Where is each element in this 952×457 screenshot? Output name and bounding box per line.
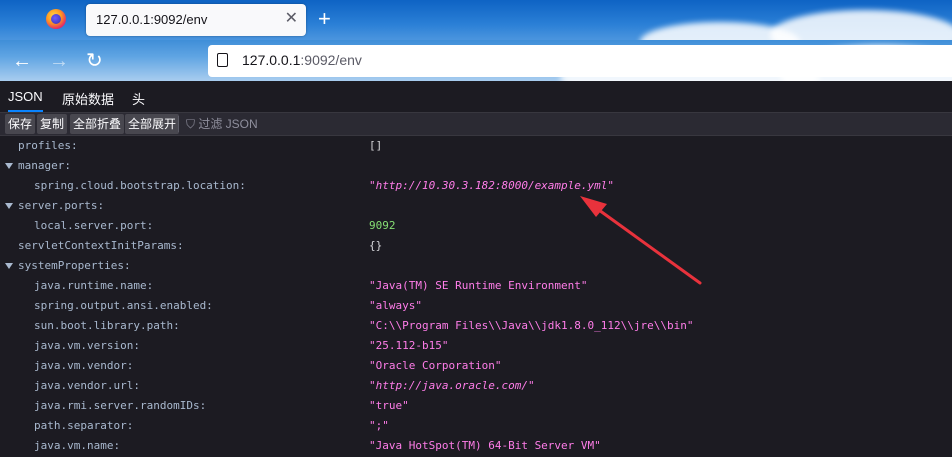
back-arrow-icon[interactable]: ← [12,50,32,72]
json-key: server.ports: [18,199,105,212]
json-value: "always" [369,299,422,312]
json-value: "Java(TM) SE Runtime Environment" [369,279,588,292]
copy-button[interactable]: 复制 [37,114,68,134]
json-key: systemProperties: [18,259,131,272]
json-viewer-tabs: JSON 原始数据 头 [0,81,952,113]
json-key: java.vm.version: [34,339,140,352]
json-value: "http://java.oracle.com/" [369,379,535,392]
tab-json[interactable]: JSON [8,89,43,112]
browser-tab-active[interactable]: 127.0.0.1:9092/env ✕ [86,4,306,36]
filter-json-input[interactable]: ⛉ 过滤 JSON [186,114,258,134]
json-value: {} [369,239,383,252]
json-value: "true" [369,399,409,412]
save-button[interactable]: 保存 [5,114,36,134]
toolbar-divider [178,116,179,132]
tab-title: 127.0.0.1:9092/env [96,12,208,27]
collapse-all-button[interactable]: 全部折叠 [70,114,125,134]
json-value: [] [369,139,383,152]
json-row[interactable]: servletContextInitParams: {} [0,236,952,256]
page-info-icon[interactable] [217,53,228,67]
json-value: "http://10.30.3.182:8000/example.yml" [369,179,615,192]
reload-icon[interactable]: ↻ [86,50,103,72]
url-path: :9092/env [300,52,362,68]
json-row[interactable]: local.server.port: 9092 [0,216,952,236]
url-text[interactable]: 127.0.0.1:9092/env [242,52,362,68]
json-key: spring.output.ansi.enabled: [34,299,213,312]
forward-arrow-icon[interactable]: → [49,50,69,72]
expand-all-button[interactable]: 全部展开 [125,114,180,134]
json-toolbar: 保存 复制 全部折叠 全部展开 ⛉ 过滤 JSON [0,113,952,136]
json-row[interactable]: path.separator: ";" [0,416,952,436]
json-key: spring.cloud.bootstrap.location: [34,179,246,192]
json-row[interactable]: java.vm.name: "Java HotSpot(TM) 64-Bit Se… [0,436,952,456]
address-bar[interactable]: 127.0.0.1:9092/env [208,45,952,77]
json-key: java.vendor.url: [34,379,140,392]
json-row[interactable]: profiles: [] [0,136,952,156]
json-row[interactable]: spring.cloud.bootstrap.location: "http://… [0,176,952,196]
json-row[interactable]: spring.output.ansi.enabled: "always" [0,296,952,316]
json-row[interactable]: manager: [0,156,952,176]
background-cloud [770,10,952,40]
json-key: java.vm.name: [34,439,121,452]
close-tab-icon[interactable]: ✕ [285,10,298,28]
json-key: java.vm.vendor: [34,359,134,372]
json-key: servletContextInitParams: [18,239,184,252]
url-host: 127.0.0.1 [242,52,301,68]
json-key: java.rmi.server.randomIDs: [34,399,207,412]
json-row[interactable]: systemProperties: [0,256,952,276]
firefox-logo-icon[interactable] [46,9,66,29]
json-key: path.separator: [34,419,134,432]
tab-raw-data[interactable]: 原始数据 [62,89,114,108]
json-value: 9092 [369,219,396,232]
browser-titlebar: 127.0.0.1:9092/env ✕ + [0,0,952,40]
json-key: java.runtime.name: [34,279,154,292]
json-key: manager: [18,159,71,172]
new-tab-button[interactable]: + [318,7,331,31]
json-key: local.server.port: [34,219,154,232]
json-value: "Oracle Corporation" [369,359,502,372]
filter-placeholder: 过滤 JSON [198,117,258,131]
json-value: "25.112-b15" [369,339,449,352]
json-value: "C:\\Program Files\\Java\\jdk1.8.0_112\\… [369,319,694,332]
json-row[interactable]: server.ports: [0,196,952,216]
json-key: sun.boot.library.path: [34,319,180,332]
json-value: ";" [369,419,389,432]
expand-toggle-icon[interactable] [5,163,13,169]
json-row[interactable]: java.vendor.url: "http://java.oracle.com/… [0,376,952,396]
json-row[interactable]: java.runtime.name: "Java(TM) SE Runtime E… [0,276,952,296]
json-row[interactable]: sun.boot.library.path: "C:\\Program Files… [0,316,952,336]
expand-toggle-icon[interactable] [5,203,13,209]
json-value: "Java HotSpot(TM) 64-Bit Server VM" [369,439,601,452]
tab-headers[interactable]: 头 [132,89,145,108]
json-row[interactable]: java.rmi.server.randomIDs: "true" [0,396,952,416]
json-row[interactable]: java.vm.version: "25.112-b15" [0,336,952,356]
json-row[interactable]: java.vm.vendor: "Oracle Corporation" [0,356,952,376]
json-key: profiles: [18,139,78,152]
expand-toggle-icon[interactable] [5,263,13,269]
filter-icon: ⛉ [186,117,199,131]
